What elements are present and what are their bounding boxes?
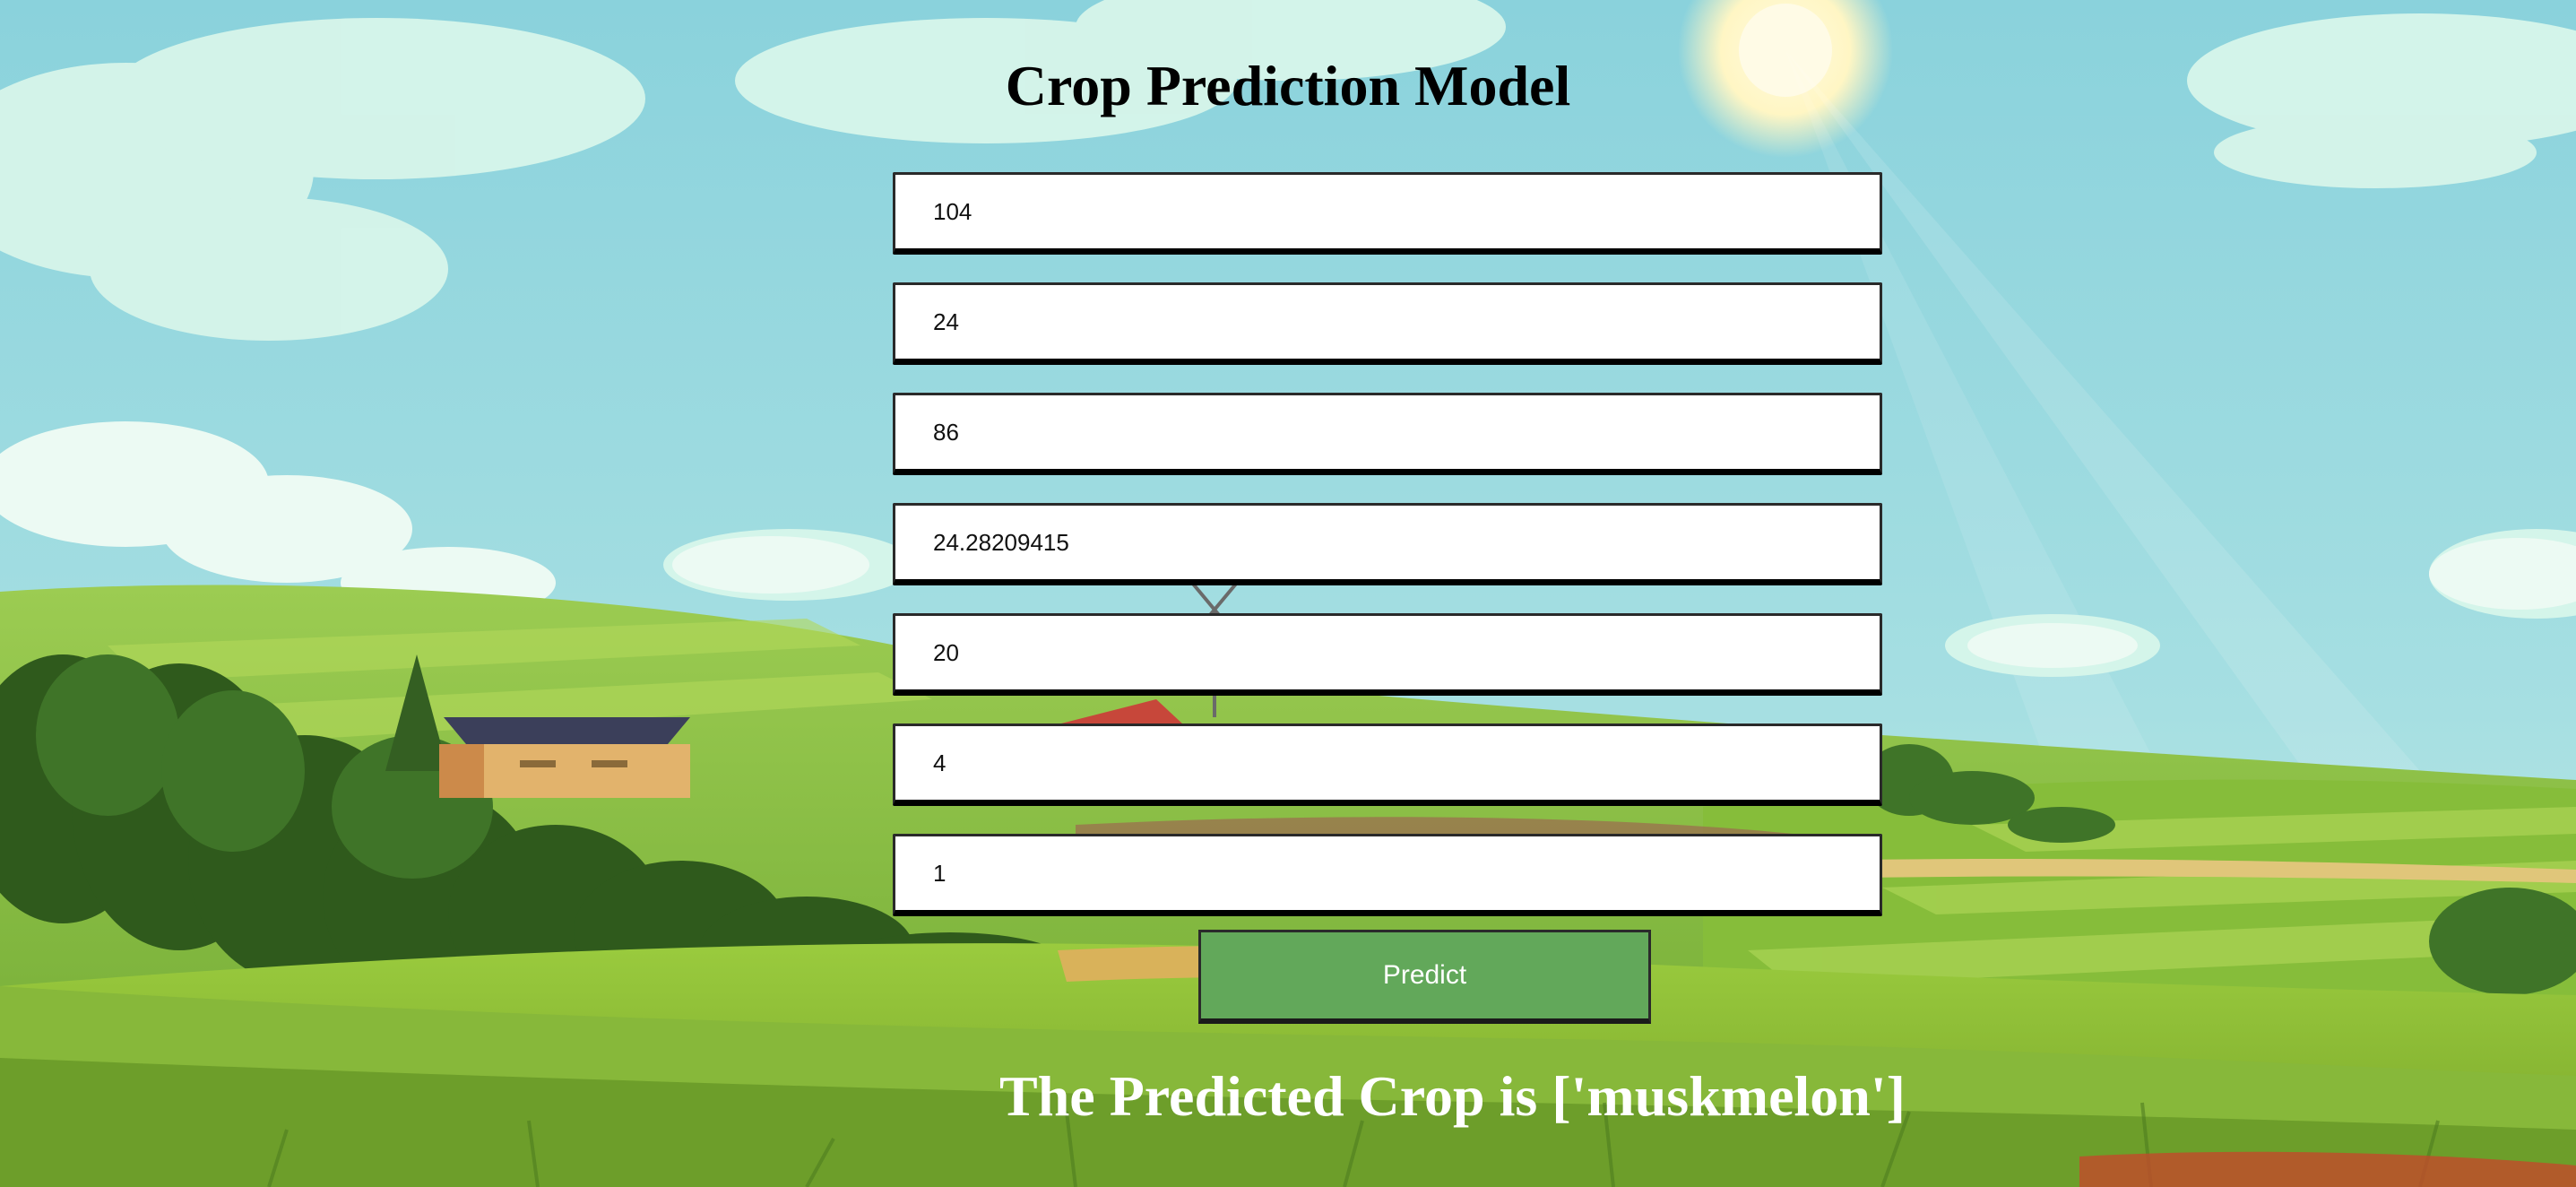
input-field-1[interactable] — [893, 172, 1882, 255]
page-title: Crop Prediction Model — [1005, 54, 1571, 117]
input-field-3[interactable] — [893, 393, 1882, 475]
input-field-7[interactable] — [893, 834, 1882, 916]
input-field-6[interactable] — [893, 723, 1882, 806]
input-field-2[interactable] — [893, 282, 1882, 365]
predict-button[interactable]: Predict — [1198, 930, 1651, 1024]
prediction-form — [893, 172, 1882, 944]
input-field-5[interactable] — [893, 613, 1882, 696]
predict-button-wrapper: Predict — [1198, 930, 1651, 1024]
input-field-4[interactable] — [893, 503, 1882, 585]
prediction-result: The Predicted Crop is ['muskmelon'] — [999, 1064, 1906, 1128]
